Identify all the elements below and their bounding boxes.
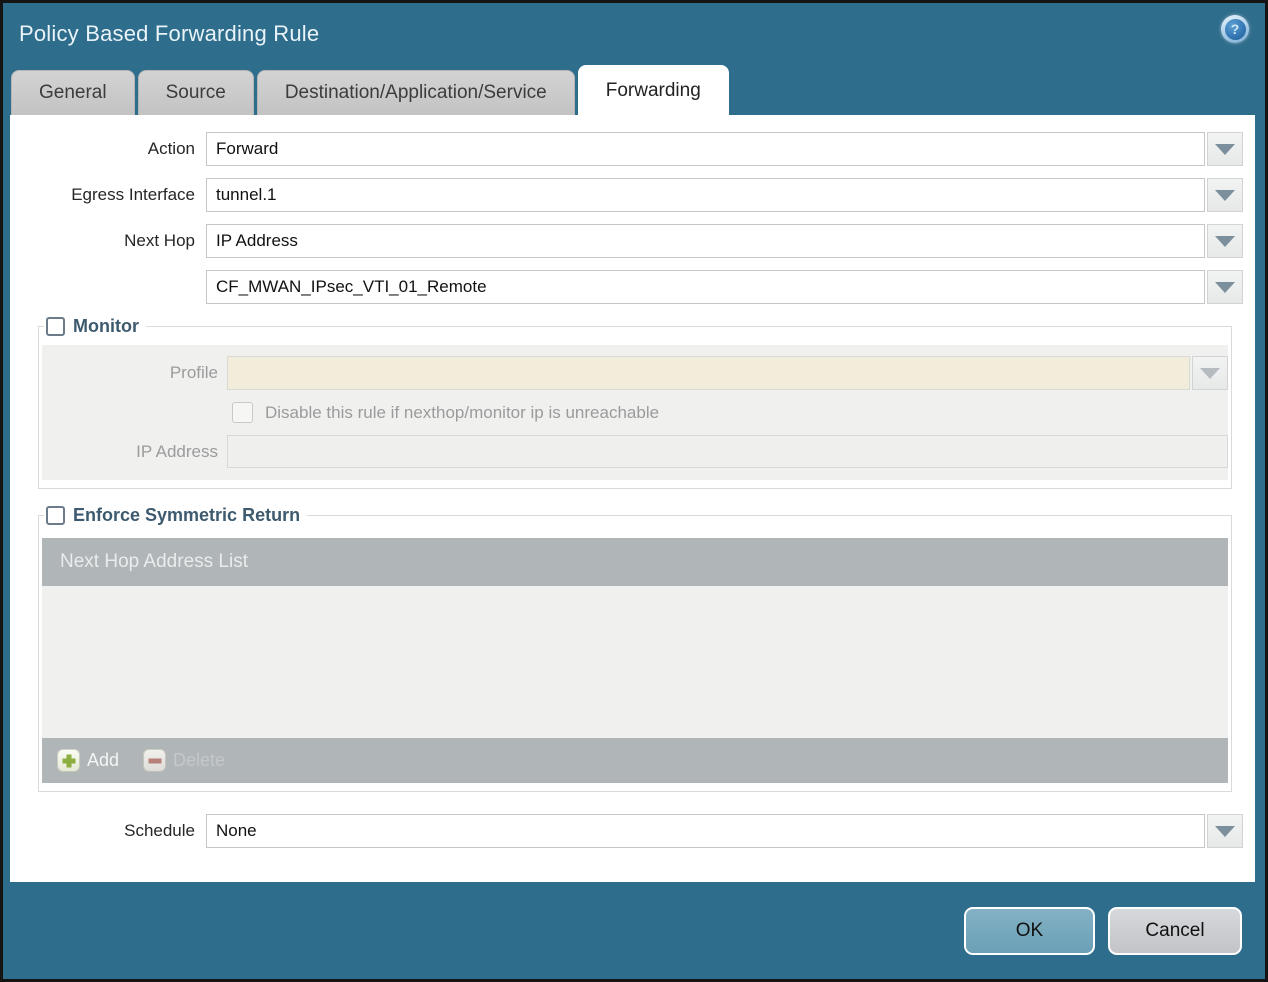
chevron-down-icon xyxy=(1215,825,1235,837)
monitor-ip-address-input xyxy=(227,435,1228,468)
next-hop-label: Next Hop xyxy=(124,231,195,250)
schedule-combo: None xyxy=(206,814,1243,848)
symmetric-return-group: Enforce Symmetric Return Next Hop Addres… xyxy=(38,505,1232,792)
chevron-down-icon xyxy=(1200,367,1220,379)
symmetric-return-legend: Enforce Symmetric Return xyxy=(44,505,307,526)
schedule-value[interactable]: None xyxy=(206,814,1205,848)
monitor-ip-address-label: IP Address xyxy=(136,441,218,461)
disable-rule-checkbox xyxy=(232,402,253,423)
monitor-ip-address-row: IP Address xyxy=(42,435,1228,468)
next-hop-value[interactable]: IP Address xyxy=(206,224,1205,258)
symmetric-return-title: Enforce Symmetric Return xyxy=(73,505,301,525)
egress-interface-row: Egress Interface tunnel.1 xyxy=(10,178,1243,212)
action-value[interactable]: Forward xyxy=(206,132,1205,166)
action-row: Action Forward xyxy=(10,132,1243,166)
profile-dropdown-button xyxy=(1192,356,1228,390)
profile-label: Profile xyxy=(169,363,218,382)
chevron-down-icon xyxy=(1215,281,1235,293)
chevron-down-icon xyxy=(1215,235,1235,247)
tab-forwarding[interactable]: Forwarding xyxy=(577,65,729,115)
next-hop-row: Next Hop IP Address xyxy=(10,224,1243,258)
add-button-label: Add xyxy=(87,750,120,770)
schedule-label: Schedule xyxy=(124,821,195,840)
question-mark-glyph: ? xyxy=(1224,18,1246,40)
content-wrap: Action Forward Egress Interface tunnel.1 xyxy=(3,115,1265,882)
next-hop-address-list-toolbar: Add Delete xyxy=(42,738,1228,783)
tab-general[interactable]: General xyxy=(11,70,135,115)
profile-value xyxy=(227,356,1190,390)
monitor-title: Monitor xyxy=(73,316,139,336)
egress-interface-label: Egress Interface xyxy=(71,185,195,204)
action-label: Action xyxy=(147,139,195,158)
monitor-checkbox[interactable] xyxy=(46,317,65,336)
tab-bar: General Source Destination/Application/S… xyxy=(3,65,1265,115)
next-hop-address-row: CF_MWAN_IPsec_VTI_01_Remote xyxy=(10,270,1243,304)
next-hop-address-combo: CF_MWAN_IPsec_VTI_01_Remote xyxy=(206,270,1243,304)
schedule-row: Schedule None xyxy=(10,814,1243,848)
monitor-panel: Profile Disable this rule if nexthop/mon… xyxy=(42,345,1228,480)
add-button[interactable]: Add xyxy=(57,749,119,772)
egress-interface-combo: tunnel.1 xyxy=(206,178,1243,212)
next-hop-address-value[interactable]: CF_MWAN_IPsec_VTI_01_Remote xyxy=(206,270,1205,304)
disable-rule-row: Disable this rule if nexthop/monitor ip … xyxy=(232,402,1228,423)
next-hop-combo: IP Address xyxy=(206,224,1243,258)
egress-interface-dropdown-button[interactable] xyxy=(1207,178,1243,212)
chevron-down-icon xyxy=(1215,143,1235,155)
tab-source[interactable]: Source xyxy=(137,70,254,115)
next-hop-dropdown-button[interactable] xyxy=(1207,224,1243,258)
chevron-down-icon xyxy=(1215,189,1235,201)
monitor-legend: Monitor xyxy=(44,316,146,337)
forwarding-tab-panel: Action Forward Egress Interface tunnel.1 xyxy=(10,115,1255,882)
profile-row: Profile xyxy=(42,356,1228,390)
action-combo: Forward xyxy=(206,132,1243,166)
minus-icon xyxy=(143,749,167,772)
dialog-title: Policy Based Forwarding Rule xyxy=(19,21,320,46)
symmetric-return-checkbox[interactable] xyxy=(46,506,65,525)
policy-based-forwarding-dialog: Policy Based Forwarding Rule ? General S… xyxy=(0,0,1268,982)
tab-destination-application-service[interactable]: Destination/Application/Service xyxy=(256,70,575,115)
schedule-dropdown-button[interactable] xyxy=(1207,814,1243,848)
monitor-group: Monitor Profile Disable this rule if nex… xyxy=(38,316,1232,489)
next-hop-address-list-table: Next Hop Address List Add Delete xyxy=(42,538,1228,783)
help-icon[interactable]: ? xyxy=(1221,15,1249,43)
dialog-footer: OK Cancel xyxy=(3,882,1265,979)
profile-combo xyxy=(227,356,1228,390)
ok-button[interactable]: OK xyxy=(964,906,1095,955)
dialog-titlebar: Policy Based Forwarding Rule ? xyxy=(3,3,1265,65)
next-hop-address-dropdown-button[interactable] xyxy=(1207,270,1243,304)
delete-button-label: Delete xyxy=(173,750,226,770)
cancel-button[interactable]: Cancel xyxy=(1108,906,1242,955)
plus-icon xyxy=(57,749,80,772)
disable-rule-label: Disable this rule if nexthop/monitor ip … xyxy=(265,402,660,422)
action-dropdown-button[interactable] xyxy=(1207,132,1243,166)
next-hop-address-list-body xyxy=(42,586,1228,738)
egress-interface-value[interactable]: tunnel.1 xyxy=(206,178,1205,212)
delete-button: Delete xyxy=(143,749,225,772)
next-hop-address-list-header: Next Hop Address List xyxy=(42,538,1228,586)
